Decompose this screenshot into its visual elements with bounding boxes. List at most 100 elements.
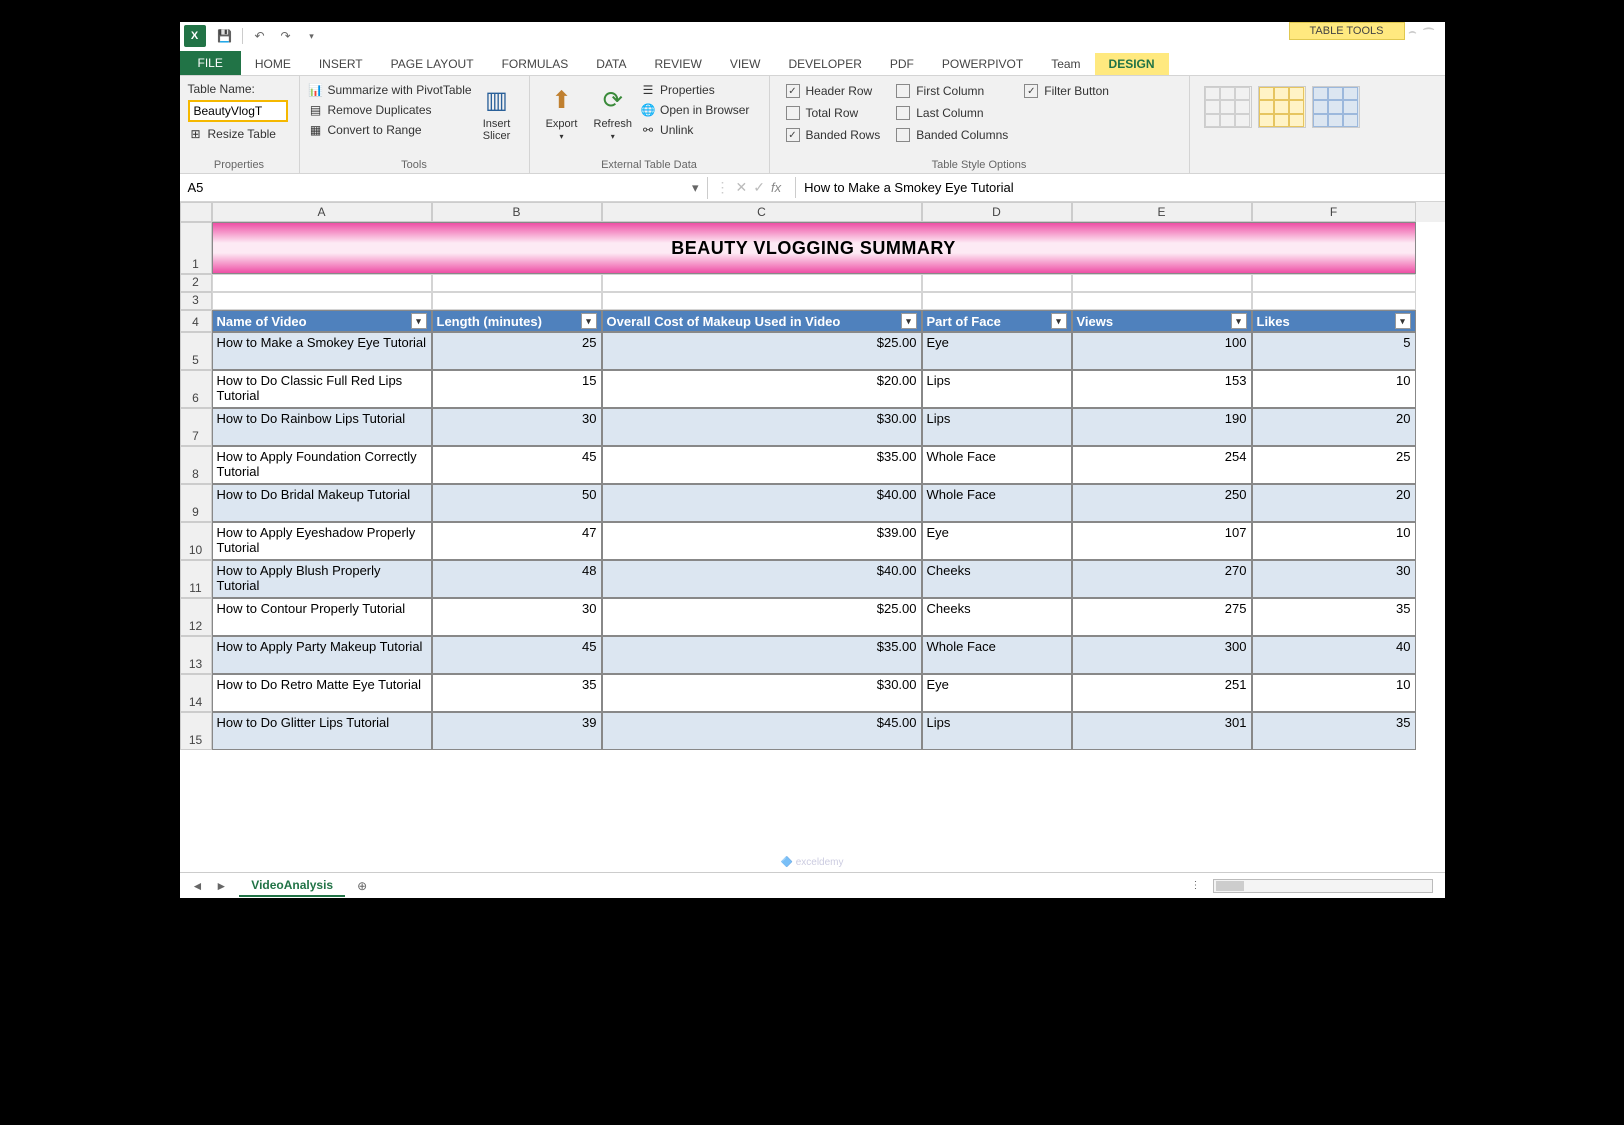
cell-likes[interactable]: 20 [1252, 484, 1416, 522]
new-sheet-icon[interactable]: ⊕ [357, 879, 367, 893]
table-header[interactable]: Views▾ [1072, 310, 1252, 332]
cell-part[interactable]: Lips [922, 408, 1072, 446]
tab-formulas[interactable]: FORMULAS [488, 53, 583, 75]
cell-cost[interactable]: $40.00 [602, 484, 922, 522]
row-header[interactable]: 3 [180, 292, 212, 310]
cell-likes[interactable]: 25 [1252, 446, 1416, 484]
tab-next-icon[interactable]: ► [215, 879, 227, 893]
last-column-check[interactable]: Last Column [888, 102, 1016, 124]
table-header[interactable]: Name of Video▾ [212, 310, 432, 332]
filter-dropdown-icon[interactable]: ▾ [1231, 313, 1247, 329]
banded-cols-check[interactable]: Banded Columns [888, 124, 1016, 146]
filter-dropdown-icon[interactable]: ▾ [411, 313, 427, 329]
row-header[interactable]: 13 [180, 636, 212, 674]
cell-views[interactable]: 100 [1072, 332, 1252, 370]
cell-views[interactable]: 153 [1072, 370, 1252, 408]
cell-cost[interactable]: $30.00 [602, 408, 922, 446]
col-header-B[interactable]: B [432, 202, 602, 222]
tab-options-icon[interactable]: ⋮ [1191, 880, 1201, 891]
tab-pdf[interactable]: PDF [876, 53, 928, 75]
cell-part[interactable]: Lips [922, 370, 1072, 408]
style-swatch[interactable] [1258, 86, 1306, 128]
select-all-corner[interactable] [180, 202, 212, 222]
cell-views[interactable]: 190 [1072, 408, 1252, 446]
empty-cell[interactable] [922, 274, 1072, 292]
filter-dropdown-icon[interactable]: ▾ [1051, 313, 1067, 329]
cell-cost[interactable]: $39.00 [602, 522, 922, 560]
remove-duplicates-button[interactable]: ▤Remove Duplicates [308, 100, 473, 120]
cell-views[interactable]: 251 [1072, 674, 1252, 712]
col-header-D[interactable]: D [922, 202, 1072, 222]
cell-name[interactable]: How to Contour Properly Tutorial [212, 598, 432, 636]
cell-part[interactable]: Eye [922, 332, 1072, 370]
cell-length[interactable]: 25 [432, 332, 602, 370]
cell-cost[interactable]: $25.00 [602, 598, 922, 636]
tab-design[interactable]: DESIGN [1095, 53, 1169, 75]
cell-name[interactable]: How to Do Classic Full Red Lips Tutorial [212, 370, 432, 408]
cell-likes[interactable]: 35 [1252, 598, 1416, 636]
cell-length[interactable]: 45 [432, 636, 602, 674]
empty-cell[interactable] [432, 274, 602, 292]
cell-likes[interactable]: 10 [1252, 674, 1416, 712]
empty-cell[interactable] [1252, 274, 1416, 292]
cell-name[interactable]: How to Make a Smokey Eye Tutorial [212, 332, 432, 370]
cell-length[interactable]: 50 [432, 484, 602, 522]
cell-likes[interactable]: 5 [1252, 332, 1416, 370]
name-box[interactable]: A5▾ [180, 177, 708, 199]
table-header[interactable]: Likes▾ [1252, 310, 1416, 332]
tab-page-layout[interactable]: PAGE LAYOUT [377, 53, 488, 75]
cell-views[interactable]: 275 [1072, 598, 1252, 636]
cell-length[interactable]: 15 [432, 370, 602, 408]
cell-length[interactable]: 47 [432, 522, 602, 560]
cell-length[interactable]: 48 [432, 560, 602, 598]
row-header[interactable]: 8 [180, 446, 212, 484]
cell-name[interactable]: How to Do Bridal Makeup Tutorial [212, 484, 432, 522]
table-header[interactable]: Overall Cost of Makeup Used in Video▾ [602, 310, 922, 332]
enter-icon[interactable]: ✓ [753, 179, 765, 196]
cell-length[interactable]: 45 [432, 446, 602, 484]
cell-views[interactable]: 107 [1072, 522, 1252, 560]
cell-part[interactable]: Whole Face [922, 484, 1072, 522]
header-row-check[interactable]: ✓Header Row [778, 80, 889, 102]
insert-slicer-button[interactable]: ▥ Insert Slicer [473, 80, 521, 146]
refresh-button[interactable]: ⟳Refresh▾ [586, 80, 641, 145]
cell-name[interactable]: How to Do Glitter Lips Tutorial [212, 712, 432, 750]
col-header-E[interactable]: E [1072, 202, 1252, 222]
table-name-input[interactable] [188, 100, 288, 122]
cell-name[interactable]: How to Apply Foundation Correctly Tutori… [212, 446, 432, 484]
row-header[interactable]: 7 [180, 408, 212, 446]
title-cell[interactable]: BEAUTY VLOGGING SUMMARY [212, 222, 1416, 274]
convert-range-button[interactable]: ▦Convert to Range [308, 120, 473, 140]
table-header[interactable]: Length (minutes)▾ [432, 310, 602, 332]
empty-cell[interactable] [212, 274, 432, 292]
save-icon[interactable]: 💾 [214, 25, 236, 47]
row-header[interactable]: 14 [180, 674, 212, 712]
cell-cost[interactable]: $25.00 [602, 332, 922, 370]
cell-cost[interactable]: $20.00 [602, 370, 922, 408]
filter-button-check[interactable]: ✓Filter Button [1016, 80, 1117, 102]
fx-icon[interactable]: fx [771, 180, 781, 195]
cell-part[interactable]: Whole Face [922, 636, 1072, 674]
row-header[interactable]: 15 [180, 712, 212, 750]
tab-developer[interactable]: DEVELOPER [775, 53, 876, 75]
col-header-A[interactable]: A [212, 202, 432, 222]
row-header[interactable]: 5 [180, 332, 212, 370]
cell-part[interactable]: Lips [922, 712, 1072, 750]
tab-prev-icon[interactable]: ◄ [192, 879, 204, 893]
row-header[interactable]: 9 [180, 484, 212, 522]
cell-cost[interactable]: $35.00 [602, 446, 922, 484]
row-header[interactable]: 6 [180, 370, 212, 408]
cell-cost[interactable]: $45.00 [602, 712, 922, 750]
horizontal-scrollbar[interactable] [1213, 879, 1433, 893]
cell-likes[interactable]: 30 [1252, 560, 1416, 598]
col-header-F[interactable]: F [1252, 202, 1416, 222]
undo-icon[interactable]: ↶ [249, 25, 271, 47]
sheet-tab-active[interactable]: VideoAnalysis [239, 875, 345, 897]
cell-views[interactable]: 270 [1072, 560, 1252, 598]
cell-likes[interactable]: 10 [1252, 370, 1416, 408]
row-header[interactable]: 2 [180, 274, 212, 292]
tab-file[interactable]: FILE [180, 51, 241, 75]
cell-name[interactable]: How to Do Retro Matte Eye Tutorial [212, 674, 432, 712]
table-header[interactable]: Part of Face▾ [922, 310, 1072, 332]
style-swatch[interactable] [1312, 86, 1360, 128]
